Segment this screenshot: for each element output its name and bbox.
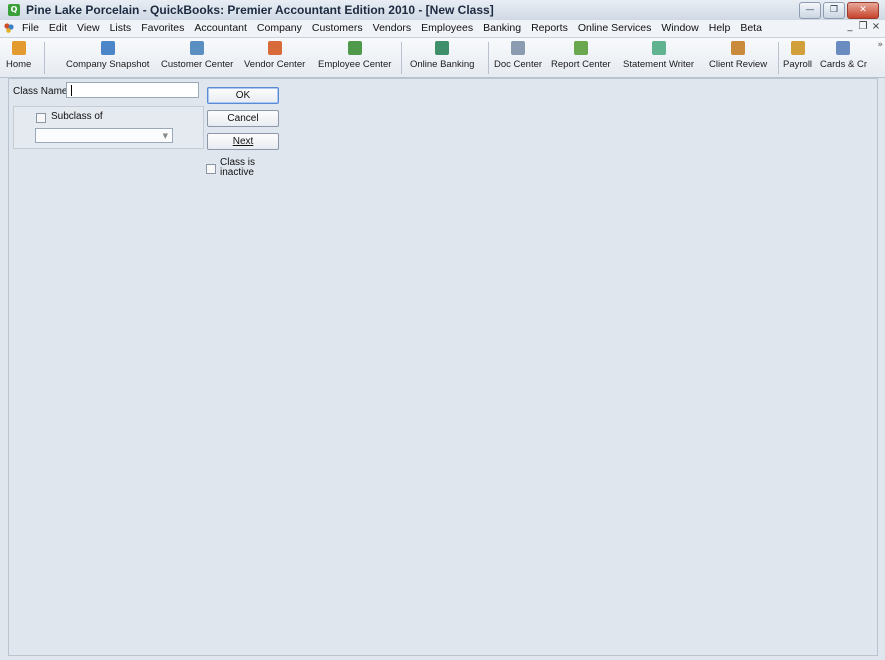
toolbar-label: Home <box>6 59 32 70</box>
subclass-group: Subclass of ▼ <box>13 106 204 149</box>
inactive-label: Class is inactive <box>220 158 255 178</box>
toolbar-label: Cards & Cr <box>820 59 867 70</box>
menu-customers[interactable]: Customers <box>307 22 368 34</box>
menu-file[interactable]: File <box>17 22 44 34</box>
toolbar-label: Statement Writer <box>623 59 695 70</box>
icon-bar: » Home Company Snapshot Customer Center Ven… <box>0 38 885 78</box>
payroll-icon <box>790 41 805 55</box>
toolbar-separator <box>401 42 402 74</box>
maximize-button[interactable]: ❐ <box>823 2 845 19</box>
menu-company[interactable]: Company <box>252 22 307 34</box>
next-button[interactable]: Next <box>207 133 279 150</box>
subclass-select[interactable]: ▼ <box>35 128 173 143</box>
inactive-label-line2: inactive <box>220 167 254 178</box>
toolbar-label: Doc Center <box>494 59 543 70</box>
menu-items: File Edit View Lists Favorites Accountant Comp… <box>17 22 767 34</box>
menu-online-services[interactable]: Online Services <box>573 22 657 34</box>
toolbar-label: Client Review <box>709 59 768 70</box>
home-icon <box>11 41 26 55</box>
toolbar-label: Vendor Center <box>244 59 306 70</box>
menu-bar: File Edit View Lists Favorites Accountant Comp… <box>0 20 885 38</box>
ok-button[interactable]: OK <box>207 87 279 104</box>
toolbar-report-center-button[interactable]: Report Center <box>551 40 611 70</box>
toolbar-separator <box>44 42 45 74</box>
toolbar-cards-cr-button[interactable]: Cards & Cr <box>820 40 867 70</box>
subclass-checkbox[interactable] <box>36 113 46 123</box>
cards-credit-icon <box>836 41 851 55</box>
mdi-controls: _ ❐ × <box>845 21 881 32</box>
cancel-button[interactable]: Cancel <box>207 110 279 127</box>
toolbar-label: Report Center <box>551 59 611 70</box>
doc-center-icon <box>511 41 526 55</box>
toolbar-label: Online Banking <box>410 59 475 70</box>
toolbar-customer-center-button[interactable]: Customer Center <box>161 40 233 70</box>
toolbar-vendor-center-button[interactable]: Vendor Center <box>244 40 305 70</box>
next-button-label: Next <box>232 136 254 147</box>
toolbar-home-button[interactable]: Home <box>6 40 31 70</box>
menu-lists[interactable]: Lists <box>105 22 137 34</box>
quickbooks-app-icon: Q <box>8 4 20 16</box>
menu-vendors[interactable]: Vendors <box>368 22 417 34</box>
close-button[interactable]: ✕ <box>847 2 879 19</box>
toolbar-statement-writer-button[interactable]: Statement Writer <box>623 40 694 70</box>
report-center-icon <box>573 41 588 55</box>
toolbar-label: Company Snapshot <box>66 59 150 70</box>
toolbar-client-review-button[interactable]: Client Review <box>709 40 767 70</box>
menu-edit[interactable]: Edit <box>44 22 72 34</box>
mdi-close-button[interactable]: × <box>871 21 881 32</box>
online-banking-icon <box>435 41 450 55</box>
statement-writer-icon <box>651 41 666 55</box>
menu-beta[interactable]: Beta <box>735 22 767 34</box>
toolbar-label: Employee Center <box>318 59 392 70</box>
toolbar-separator <box>778 42 779 74</box>
toolbar-label: Payroll <box>783 59 813 70</box>
menu-view[interactable]: View <box>72 22 105 34</box>
toolbar-payroll-button[interactable]: Payroll <box>783 40 812 70</box>
class-name-label: Class Name <box>13 86 68 97</box>
client-review-icon <box>731 41 746 55</box>
toolbar-overflow-icon[interactable]: » <box>877 40 883 50</box>
vendor-center-icon <box>267 41 282 55</box>
menu-reports[interactable]: Reports <box>526 22 573 34</box>
employee-center-icon <box>347 41 362 55</box>
menu-favorites[interactable]: Favorites <box>136 22 189 34</box>
menu-employees[interactable]: Employees <box>416 22 478 34</box>
mdi-minimize-button[interactable]: _ <box>845 21 855 32</box>
menu-window[interactable]: Window <box>656 22 703 34</box>
menu-banking[interactable]: Banking <box>478 22 526 34</box>
customer-center-icon <box>190 41 205 55</box>
menu-accountant[interactable]: Accountant <box>189 22 252 34</box>
mdi-restore-button[interactable]: ❐ <box>858 21 868 32</box>
menu-help[interactable]: Help <box>704 22 736 34</box>
toolbar-employee-center-button[interactable]: Employee Center <box>318 40 391 70</box>
window-controls: — ❐ ✕ <box>799 2 879 19</box>
new-class-form: Class Name Subclass of ▼ OK Cancel Next … <box>8 78 878 656</box>
title-bar: Q Pine Lake Porcelain - QuickBooks: Prem… <box>0 0 885 21</box>
text-caret <box>71 85 72 96</box>
chevron-down-icon: ▼ <box>162 132 168 140</box>
qb-menu-icon <box>4 23 14 33</box>
toolbar-doc-center-button[interactable]: Doc Center <box>494 40 542 70</box>
window-title: Pine Lake Porcelain - QuickBooks: Premie… <box>26 3 494 17</box>
quickbooks-window: Q Pine Lake Porcelain - QuickBooks: Prem… <box>0 0 885 660</box>
toolbar-separator <box>488 42 489 74</box>
toolbar-online-banking-button[interactable]: Online Banking <box>410 40 474 70</box>
class-name-input[interactable] <box>66 82 199 98</box>
toolbar-label: Customer Center <box>161 59 234 70</box>
inactive-checkbox[interactable] <box>206 164 216 174</box>
subclass-label: Subclass of <box>51 111 103 122</box>
toolbar-company-snapshot-button[interactable]: Company Snapshot <box>66 40 149 70</box>
minimize-button[interactable]: — <box>799 2 821 19</box>
company-snapshot-icon <box>100 41 115 55</box>
